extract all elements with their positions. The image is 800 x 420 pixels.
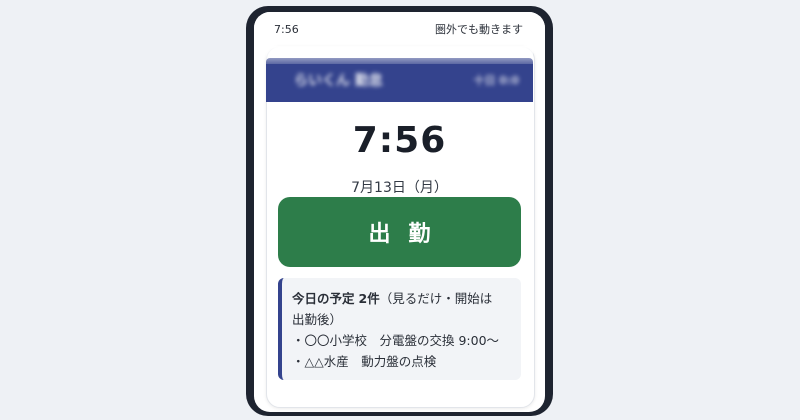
clock-in-button[interactable]: 出勤: [278, 197, 521, 267]
current-time: 7:56: [352, 120, 447, 161]
status-time: 7:56: [274, 22, 299, 36]
schedule-panel: 今日の予定 2件（見るだけ・開始は 出勤後） ・〇〇小学校 分電盤の交換 9:0…: [278, 278, 521, 380]
phone-screen: 7:56 圏外でも動きます らいくん 勤怠 十日 0:0 7:56 7月13日（…: [254, 12, 545, 412]
schedule-item: ・〇〇小学校 分電盤の交換 9:00〜: [292, 333, 500, 348]
offline-notice: 圏外でも動きます: [435, 23, 523, 36]
app-header: らいくん 勤怠 十日 0:0: [266, 58, 533, 102]
schedule-item: ・△△水産 動力盤の点検: [292, 354, 437, 369]
current-date: 7月13日（月）: [351, 180, 448, 196]
schedule-title: 今日の予定: [292, 291, 355, 306]
status-bar: 7:56 圏外でも動きます: [254, 12, 545, 46]
schedule-header: 今日の予定 2件（見るだけ・開始は: [292, 288, 511, 309]
schedule-count: 2件: [358, 291, 380, 306]
schedule-note: （見るだけ・開始は: [379, 291, 493, 306]
app-title: らいくん 勤怠: [294, 73, 383, 89]
header-right-text: 十日 0:0: [473, 74, 519, 87]
schedule-note-cont: 出勤後）: [292, 312, 343, 327]
